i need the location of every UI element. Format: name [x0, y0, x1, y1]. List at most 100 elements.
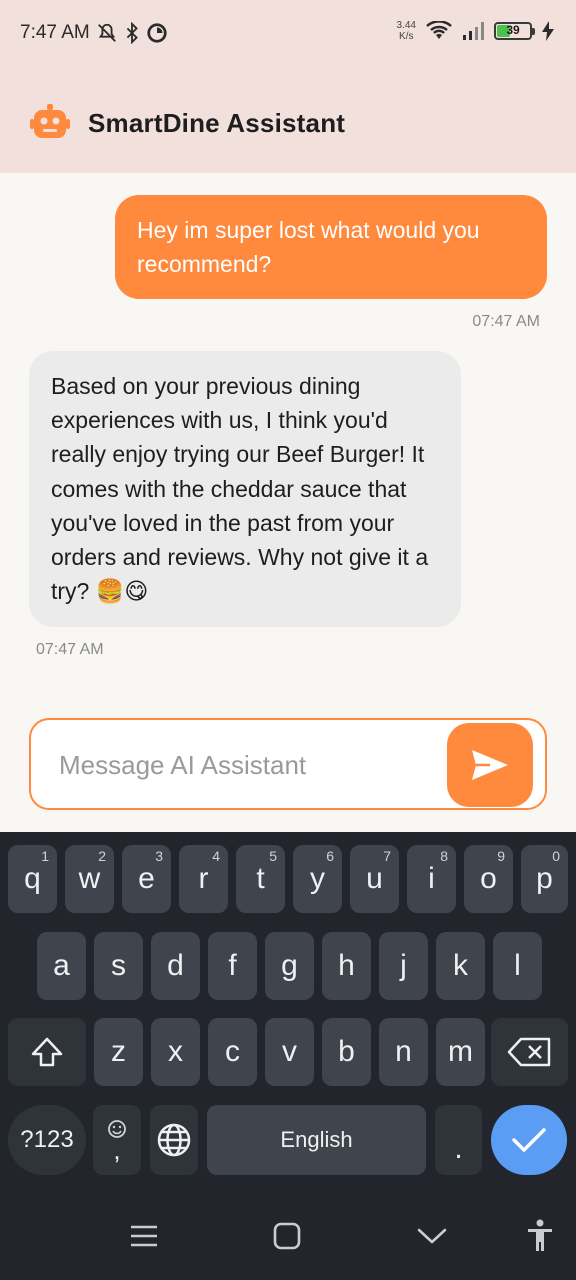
- key-label: n: [395, 1035, 412, 1068]
- key-label: j: [400, 949, 407, 982]
- menu-icon: [131, 1225, 157, 1247]
- key-w[interactable]: 2w: [65, 845, 114, 913]
- symbols-key[interactable]: ?123: [8, 1105, 86, 1175]
- key-v[interactable]: v: [265, 1018, 314, 1086]
- message-composer: [29, 718, 547, 810]
- key-label: h: [338, 949, 355, 982]
- key-label: m: [448, 1035, 473, 1068]
- key-label: q: [24, 862, 41, 895]
- hide-keyboard-button[interactable]: [408, 1212, 456, 1260]
- net-speed-unit: K/s: [399, 31, 414, 42]
- key-label: o: [480, 862, 497, 895]
- key-z[interactable]: z: [94, 1018, 143, 1086]
- key-hint: 2: [98, 848, 106, 864]
- language-key[interactable]: [150, 1105, 198, 1175]
- key-hint: 4: [212, 848, 220, 864]
- key-g[interactable]: g: [265, 932, 314, 1000]
- mute-icon: [98, 23, 116, 42]
- accessibility-button[interactable]: [516, 1212, 564, 1260]
- key-r[interactable]: 4r: [179, 845, 228, 913]
- shift-key[interactable]: [8, 1018, 86, 1086]
- key-label: i: [428, 862, 435, 895]
- app-title: SmartDine Assistant: [88, 108, 346, 138]
- key-label: p: [536, 862, 553, 895]
- key-b[interactable]: b: [322, 1018, 371, 1086]
- key-label: c: [225, 1035, 240, 1068]
- key-t[interactable]: 5t: [236, 845, 285, 913]
- key-label: ,: [113, 1135, 121, 1165]
- send-button[interactable]: [447, 723, 533, 807]
- key-c[interactable]: c: [208, 1018, 257, 1086]
- key-label: v: [282, 1035, 297, 1068]
- shift-icon: [31, 1037, 63, 1067]
- key-n[interactable]: n: [379, 1018, 428, 1086]
- enter-key[interactable]: [491, 1105, 567, 1175]
- menu-button[interactable]: [120, 1212, 168, 1260]
- message-input[interactable]: [59, 740, 439, 790]
- net-speed: 3.44 K/s: [397, 20, 416, 42]
- key-label: x: [168, 1035, 183, 1068]
- accessibility-icon: [528, 1219, 552, 1251]
- key-label: z: [111, 1035, 126, 1068]
- key-hint: 8: [440, 848, 448, 864]
- key-l[interactable]: l: [493, 932, 542, 1000]
- globe-icon: [157, 1123, 191, 1157]
- key-i[interactable]: 8i: [407, 845, 456, 913]
- key-hint: 9: [497, 848, 505, 864]
- key-hint: 7: [383, 848, 391, 864]
- assistant-message-text: Based on your previous dining experience…: [51, 373, 429, 605]
- assistant-message-bubble: Based on your previous dining experience…: [29, 351, 461, 627]
- key-label: .: [454, 1132, 463, 1165]
- net-speed-value: 3.44: [396, 20, 416, 31]
- key-hint: 5: [269, 848, 277, 864]
- key-hint: 0: [552, 848, 560, 864]
- robot-icon: [30, 104, 70, 138]
- bluetooth-icon: [126, 22, 138, 44]
- send-icon: [472, 750, 508, 780]
- key-s[interactable]: s: [94, 932, 143, 1000]
- check-icon: [512, 1128, 546, 1152]
- assistant-message-time: 07:47 AM: [36, 641, 104, 658]
- key-m[interactable]: m: [436, 1018, 485, 1086]
- key-label: t: [256, 862, 265, 895]
- user-message-text: Hey im super lost what would you recomme…: [137, 217, 480, 277]
- key-e[interactable]: 3e: [122, 845, 171, 913]
- status-right-icons: 3.44 K/s 39: [397, 20, 554, 42]
- key-label: e: [138, 862, 155, 895]
- key-d[interactable]: d: [151, 932, 200, 1000]
- battery-icon: 39: [494, 22, 535, 40]
- key-q[interactable]: 1q: [8, 845, 57, 913]
- key-label: b: [338, 1035, 355, 1068]
- key-p[interactable]: 0p: [521, 845, 568, 913]
- key-label: f: [228, 949, 237, 982]
- key-hint: 1: [41, 848, 49, 864]
- key-x[interactable]: x: [151, 1018, 200, 1086]
- signal-icon: [463, 22, 484, 40]
- home-button[interactable]: [263, 1212, 311, 1260]
- emoji-comma-key[interactable]: ,: [93, 1105, 141, 1175]
- key-o[interactable]: 9o: [464, 845, 513, 913]
- key-y[interactable]: 6y: [293, 845, 342, 913]
- backspace-key[interactable]: [491, 1018, 568, 1086]
- key-label: l: [514, 949, 521, 982]
- key-k[interactable]: k: [436, 932, 485, 1000]
- status-time: 7:47 AM: [20, 22, 90, 43]
- key-label: English: [280, 1127, 353, 1152]
- key-a[interactable]: a: [37, 932, 86, 1000]
- key-hint: 3: [155, 848, 163, 864]
- key-label: r: [198, 862, 209, 895]
- user-message-bubble: Hey im super lost what would you recomme…: [115, 195, 547, 299]
- key-label: ?123: [20, 1126, 74, 1153]
- key-h[interactable]: h: [322, 932, 371, 1000]
- vpn-icon: [147, 23, 167, 43]
- key-j[interactable]: j: [379, 932, 428, 1000]
- key-u[interactable]: 7u: [350, 845, 399, 913]
- key-label: g: [281, 949, 298, 982]
- app-bar: SmartDine Assistant: [0, 72, 576, 173]
- period-key[interactable]: .: [435, 1105, 482, 1175]
- key-f[interactable]: f: [208, 932, 257, 1000]
- key-label: d: [167, 949, 184, 982]
- space-key[interactable]: English: [207, 1105, 426, 1175]
- wifi-icon: [426, 21, 452, 39]
- key-label: y: [310, 862, 325, 895]
